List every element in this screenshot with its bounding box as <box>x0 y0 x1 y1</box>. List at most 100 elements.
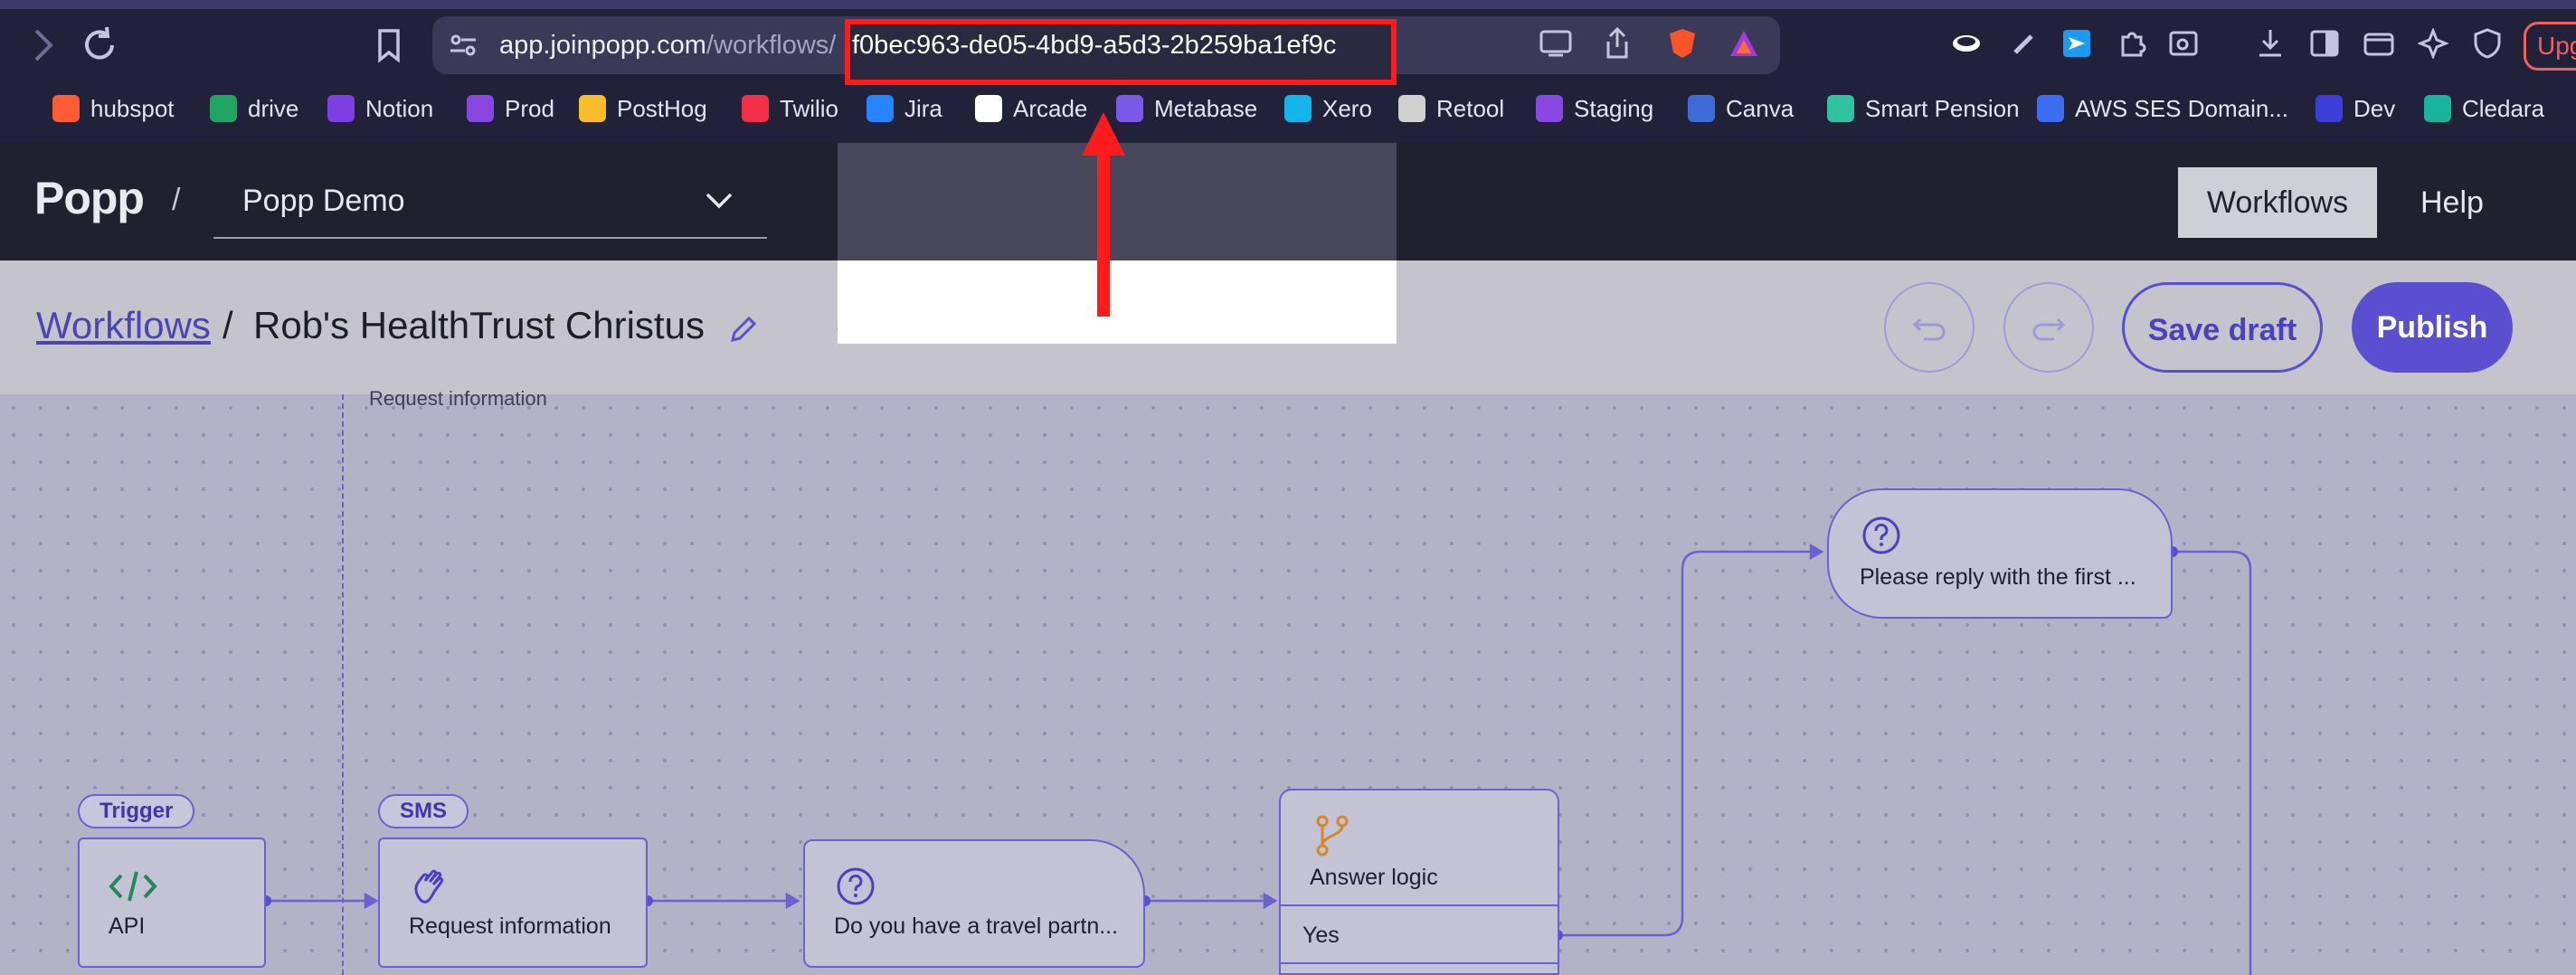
project-selector-label: Popp Demo <box>242 184 405 218</box>
bookmark-twilio[interactable]: Twilio <box>742 90 838 127</box>
tag-trigger: Trigger <box>78 794 195 828</box>
bookmark-retool[interactable]: Retool <box>1398 90 1504 127</box>
node-answer-logic-label: Answer logic <box>1310 865 1438 890</box>
code-icon <box>109 868 157 909</box>
extensions-icon[interactable] <box>2117 27 2149 60</box>
canva-icon <box>1688 95 1715 122</box>
dev-p-icon <box>2316 95 2343 122</box>
bookmark-canva[interactable]: Canva <box>1688 90 1794 127</box>
forward-icon[interactable] <box>27 25 60 71</box>
download-icon[interactable] <box>2254 27 2287 60</box>
waving-hand-icon <box>409 865 452 913</box>
bookmark-label: Canva <box>1726 94 1795 122</box>
redo-button[interactable] <box>2003 282 2094 373</box>
popp-logo[interactable]: Popp <box>34 172 145 224</box>
notion-icon <box>327 95 355 122</box>
cledara-icon <box>2424 95 2451 122</box>
google-drive-icon <box>210 95 237 122</box>
bookmark-label: Jira <box>904 94 942 122</box>
extension-send-icon[interactable] <box>2060 27 2093 60</box>
bookmark-notion[interactable]: Notion <box>327 90 433 127</box>
node-request-information-label: Request information <box>409 913 611 939</box>
vpn-shield-icon[interactable] <box>2471 27 2504 60</box>
question-icon <box>1861 516 1901 560</box>
bookmark-label: Notion <box>365 94 434 122</box>
bookmark-staging[interactable]: Staging <box>1536 90 1653 127</box>
bookmark-label: Smart Pension <box>1865 94 2020 122</box>
bookmark-prod[interactable]: Prod <box>467 90 554 127</box>
breadcrumb-workflows-link[interactable]: Workflows <box>36 304 211 347</box>
nav-workflows-button[interactable]: Workflows <box>2178 167 2377 238</box>
bookmark-label: Metabase <box>1154 94 1258 122</box>
chevron-down-icon[interactable] <box>704 190 734 212</box>
jira-icon <box>867 95 894 122</box>
question-icon <box>836 866 876 911</box>
prod-p-icon <box>467 95 494 122</box>
answer-divider <box>1279 962 1559 964</box>
bookmark-label: PostHog <box>617 94 707 122</box>
undo-button[interactable] <box>1884 282 1975 373</box>
share-icon[interactable] <box>1601 27 1634 60</box>
xero-icon <box>1284 95 1312 122</box>
reload-icon[interactable] <box>80 25 119 71</box>
bookmark-label: Retool <box>1436 94 1505 122</box>
twilio-icon <box>742 95 769 122</box>
hubspot-icon <box>52 95 80 122</box>
bookmark-label: AWS SES Domain... <box>2075 94 2288 122</box>
smart-pension-icon <box>1827 95 1854 122</box>
answer-divider <box>1279 904 1559 906</box>
bookmark-label: Cledara <box>2462 94 2545 122</box>
brave-shield-icon[interactable] <box>1666 27 1699 60</box>
node-api-label: API <box>109 913 146 939</box>
bookmark-jira[interactable]: Jira <box>867 90 942 127</box>
node-api[interactable] <box>78 838 266 968</box>
header-separator: / <box>172 183 181 217</box>
bookmark-label: drive <box>248 94 299 122</box>
bookmark-posthog[interactable]: PostHog <box>579 90 707 127</box>
bookmark-hubspot[interactable]: hubspot <box>52 90 175 127</box>
sidebar-icon[interactable] <box>2308 27 2341 60</box>
cast-icon[interactable] <box>1539 27 1572 60</box>
posthog-icon <box>579 95 606 122</box>
arcade-icon <box>975 95 1002 122</box>
workflow-title: Rob's HealthTrust Christus <box>253 304 705 346</box>
url-host: app.joinpopp.com <box>499 31 706 60</box>
bookmark-page-icon[interactable] <box>373 27 405 70</box>
bookmark-label: Xero <box>1322 94 1372 122</box>
bookmark-drive[interactable]: drive <box>210 90 298 127</box>
bookmark-label: Prod <box>505 94 554 122</box>
site-settings-icon[interactable] <box>447 29 479 66</box>
reader-icon[interactable] <box>2167 27 2200 60</box>
undo-icon <box>1912 317 1946 341</box>
bookmark-label: Staging <box>1574 94 1654 122</box>
leo-ai-icon[interactable] <box>2417 27 2449 60</box>
nav-help-link[interactable]: Help <box>2420 167 2484 238</box>
bookmark-label: Twilio <box>780 94 839 122</box>
url-text[interactable]: app.joinpopp.com/workflows/ <box>499 27 836 63</box>
answer-option-yes[interactable]: Yes <box>1302 923 1340 949</box>
edit-pencil-icon[interactable] <box>727 313 760 350</box>
branch-icon <box>1313 814 1351 862</box>
bookmark-cledara[interactable]: Cledara <box>2424 90 2544 127</box>
staging-p-icon <box>1536 95 1563 122</box>
bookmark-label: hubspot <box>90 94 175 122</box>
wallet-icon[interactable] <box>2363 27 2395 60</box>
save-draft-button[interactable]: Save draft <box>2122 282 2323 373</box>
retool-icon <box>1398 95 1425 122</box>
url-path: /workflows/ <box>706 31 837 60</box>
publish-button[interactable]: Publish <box>2352 282 2513 373</box>
bookmark-aws-ses-domain[interactable]: AWS SES Domain... <box>2037 90 2288 127</box>
eyedropper-icon[interactable] <box>2008 27 2041 60</box>
bookmark-label: Dev <box>2353 94 2396 122</box>
arcade-extension-icon[interactable] <box>1950 27 1983 60</box>
upgrade-button[interactable]: Upg <box>2524 22 2576 71</box>
node-please-reply-label: Please reply with the first ... <box>1860 564 2136 590</box>
bookmark-dev[interactable]: Dev <box>2316 90 2395 127</box>
brave-rewards-icon[interactable] <box>1728 27 1760 60</box>
tab-strip-edge <box>0 0 2576 9</box>
redo-icon <box>2032 317 2066 341</box>
bookmark-xero[interactable]: Xero <box>1284 90 1372 127</box>
bookmark-smart-pension[interactable]: Smart Pension <box>1827 90 2020 127</box>
breadcrumb-separator: / <box>223 304 233 346</box>
node-travel-question-label: Do you have a travel partn... <box>834 913 1119 939</box>
